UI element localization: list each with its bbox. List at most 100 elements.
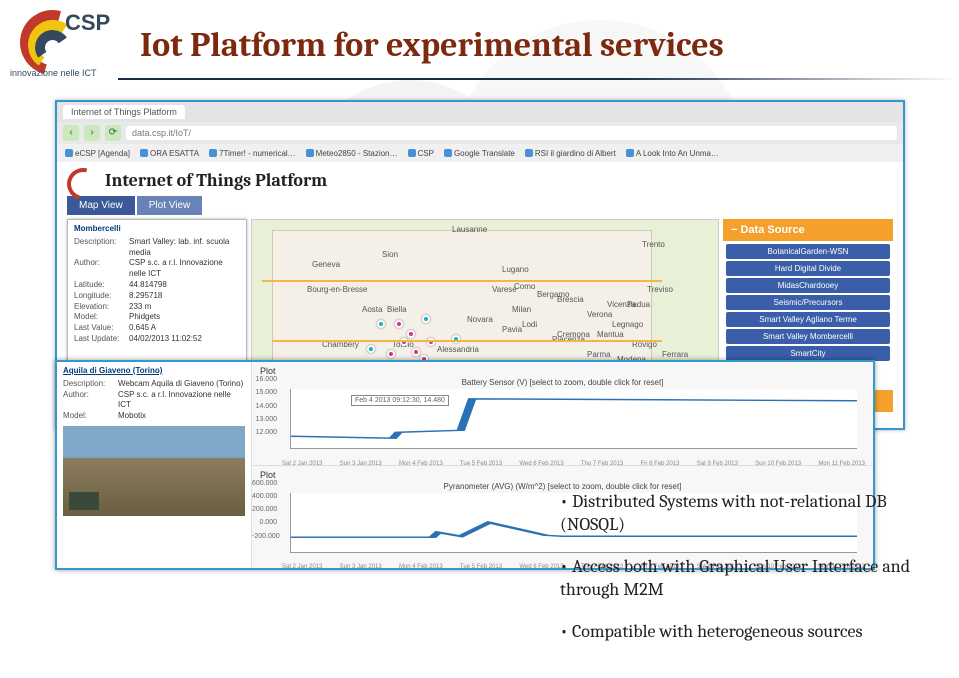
page-logo-row: Internet of Things Platform	[67, 168, 893, 192]
datasource-item[interactable]: Seismic/Precursors	[726, 295, 890, 310]
map-marker[interactable]	[395, 320, 403, 328]
map-city-label: Treviso	[647, 285, 673, 294]
value-longitude: 8.295718	[129, 291, 240, 302]
tick-label: Mon 4 Feb 2013	[399, 564, 443, 570]
map-city-label: Lausanne	[452, 225, 487, 234]
label-last-value: Last Value:	[74, 323, 129, 334]
map-city-label: Biella	[387, 305, 407, 314]
map-marker[interactable]	[387, 350, 395, 358]
bookmarks-bar[interactable]: eCSP [Agenda] ORA ESATTA 7Timer! - numeric…	[57, 144, 903, 162]
webcam-image	[63, 426, 245, 516]
label-elevation: Elevation:	[74, 302, 129, 313]
map-marker[interactable]	[367, 345, 375, 353]
plot-tooltip: Feb 4 2013 09:12:30, 14.480	[351, 395, 449, 406]
tab-plot-view[interactable]: Plot View	[137, 196, 203, 215]
browser-tabstrip[interactable]: Internet of Things Platform	[57, 102, 903, 122]
datasource-item[interactable]: Smart Valley Mombercelli	[726, 329, 890, 344]
datasource-item[interactable]: Hard Digital Divide	[726, 261, 890, 276]
bookmark-item[interactable]: RSI il giardino di Albert	[525, 149, 616, 158]
webcam-info-popup: Aquila di Giaveno (Torino) Description:W…	[57, 362, 252, 568]
bookmark-icon	[140, 149, 148, 157]
map-marker[interactable]	[412, 348, 420, 356]
map-city-label: Geneva	[312, 260, 340, 269]
bullet-item: Compatible with heterogeneous sources	[560, 620, 940, 643]
map-city-label: Aosta	[362, 305, 382, 314]
datasource-item[interactable]: BotanicalGarden-WSN	[726, 244, 890, 259]
bookmark-item[interactable]: Google Translate	[444, 149, 515, 158]
url-input[interactable]: data.csp.it/IoT/	[126, 126, 897, 140]
map-marker[interactable]	[422, 315, 430, 323]
bookmark-icon	[65, 149, 73, 157]
tick-label: 13.000	[252, 416, 277, 423]
back-button[interactable]: ‹	[63, 125, 79, 141]
browser-tab[interactable]: Internet of Things Platform	[63, 105, 185, 119]
logo-text: CSP	[65, 10, 110, 36]
value-description: Webcam Aquila di Giaveno (Torino)	[118, 379, 245, 390]
value-model: Mobotix	[118, 411, 245, 422]
map-city-label: Verona	[587, 310, 612, 319]
label-last-update: Last Update:	[74, 334, 129, 345]
value-last-value: 0.645 A	[129, 323, 240, 334]
csp-mini-logo	[67, 168, 97, 192]
map-highway	[262, 280, 662, 282]
map-marker[interactable]	[407, 330, 415, 338]
address-bar: ‹ › ⟳ data.csp.it/IoT/	[57, 122, 903, 144]
header-underline	[118, 78, 959, 80]
map-city-label: Vicenza	[607, 300, 635, 309]
bullet-item: Distributed Systems with not-relational …	[560, 490, 940, 537]
map-city-label: Legnago	[612, 320, 643, 329]
slide-header: CSP innovazione nelle ICT Iot Platform f…	[0, 0, 959, 80]
value-description: Smart Valley: lab. inf. scuola media	[129, 237, 240, 259]
map-city-label: Bourg-en-Bresse	[307, 285, 367, 294]
bookmark-item[interactable]: A Look Into An Unma…	[626, 149, 719, 158]
bookmark-item[interactable]: ORA ESATTA	[140, 149, 199, 158]
bookmark-item[interactable]: 7Timer! - numerical…	[209, 149, 296, 158]
webcam-title[interactable]: Aquila di Giaveno (Torino)	[63, 366, 245, 377]
tick-label: 12.000	[252, 429, 277, 436]
bookmark-icon	[209, 149, 217, 157]
plot-label: Plot	[260, 470, 865, 480]
map-city-label: Pavia	[502, 325, 522, 334]
datasource-item[interactable]: MidasChardooey	[726, 278, 890, 293]
label-longitude: Longitude:	[74, 291, 129, 302]
value-last-update: 04/02/2013 11:02:52	[129, 334, 240, 345]
datasource-item[interactable]: Smart Valley Agliano Terme	[726, 312, 890, 327]
datasource-item[interactable]: SmartCity	[726, 346, 890, 361]
y-axis-ticks: 600.000400.000200.0000.000-200.000	[252, 480, 280, 540]
map-city-label: Lodi	[522, 320, 537, 329]
map-city-label: Cremona	[557, 330, 590, 339]
y-axis-ticks: 16.00015.00014.00013.00012.000	[252, 376, 280, 436]
bullet-list: Distributed Systems with not-relational …	[560, 490, 940, 661]
bookmark-item[interactable]: eCSP [Agenda]	[65, 149, 130, 158]
bookmark-item[interactable]: Meteo2850 - Stazion…	[306, 149, 398, 158]
map-city-label: Alessandria	[437, 345, 479, 354]
label-description: Description:	[63, 379, 118, 390]
forward-button[interactable]: ›	[84, 125, 100, 141]
popup-title: Mombercelli	[74, 224, 240, 235]
map-city-label: Sion	[382, 250, 398, 259]
bookmark-icon	[626, 149, 634, 157]
value-model: Phidgets	[129, 312, 240, 323]
tick-label: Sun 3 Jan 2013	[340, 564, 382, 570]
value-elevation: 233 m	[129, 302, 240, 313]
map-city-label: Como	[514, 282, 535, 291]
label-description: Description:	[74, 237, 129, 259]
label-author: Author:	[63, 390, 118, 412]
tick-label: Tue 5 Feb 2013	[460, 564, 502, 570]
map-marker[interactable]	[377, 320, 385, 328]
slide-title: Iot Platform for experimental services	[140, 25, 724, 65]
tick-label: Wed 6 Feb 2013	[519, 564, 563, 570]
plot-title: Battery Sensor (V) [select to zoom, doub…	[260, 378, 865, 387]
reload-button[interactable]: ⟳	[105, 125, 121, 141]
plot-canvas[interactable]: Feb 4 2013 09:12:30, 14.480	[290, 389, 857, 449]
map-city-label: Trento	[642, 240, 665, 249]
bookmark-item[interactable]: CSP	[408, 149, 434, 158]
label-author: Author:	[74, 258, 129, 280]
value-author: CSP s.c. a r.l. Innovazione nelle ICT	[129, 258, 240, 280]
map-city-label: Ferrara	[662, 350, 688, 359]
datasource-header[interactable]: − Data Source	[723, 219, 893, 241]
bookmark-icon	[306, 149, 314, 157]
plot-battery[interactable]: Plot Battery Sensor (V) [select to zoom,…	[252, 362, 873, 465]
map-city-label: Novara	[467, 315, 493, 324]
datasource-list: BotanicalGarden-WSN Hard Digital Divide Mi…	[723, 241, 893, 364]
